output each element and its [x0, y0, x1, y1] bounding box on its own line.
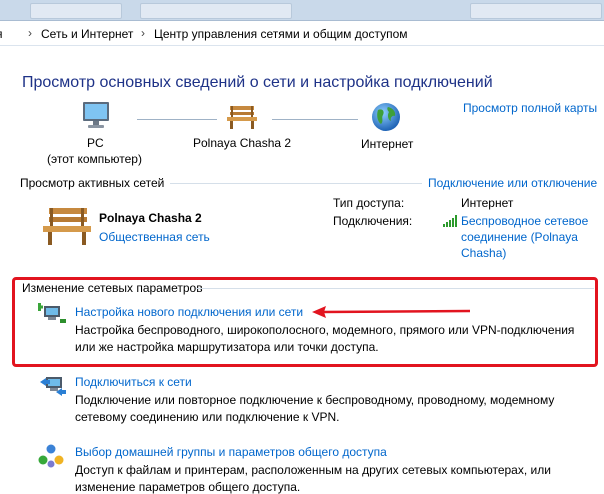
connect-to-network-desc-2: сетевому соединению или подключение к VP… [75, 410, 340, 424]
page-title: Просмотр основных сведений о сети и наст… [22, 74, 493, 91]
connection-link-line-1[interactable]: Беспроводное сетевое [461, 214, 588, 228]
active-network-name: Polnaya Chasha 2 [99, 211, 202, 225]
network-map-label: Polnaya Chasha 2 [193, 136, 292, 150]
pc-label: PC [87, 136, 104, 150]
new-connection-icon [36, 303, 66, 328]
connection-link-line-2[interactable]: соединение (Polnaya [461, 230, 578, 244]
homegroup-sharing-link[interactable]: Выбор домашней группы и параметров общег… [75, 445, 387, 459]
setup-new-connection-desc-1: Настройка беспроводного, широкополосного… [75, 323, 575, 337]
breadcrumb-separator-icon[interactable]: › [141, 26, 145, 40]
active-networks-label: Просмотр активных сетей [20, 176, 165, 190]
breadcrumb-item-network-center[interactable]: Центр управления сетями и общим доступом [154, 27, 408, 41]
section-divider [170, 183, 422, 184]
window-tab[interactable] [470, 3, 602, 19]
window-tab[interactable] [140, 3, 292, 19]
red-arrow-icon [312, 305, 472, 322]
breadcrumb: я › Сеть и Интернет › Центр управления с… [0, 21, 604, 46]
map-connector [137, 119, 217, 121]
full-map-link[interactable]: Просмотр полной карты [463, 101, 597, 115]
access-type-label: Тип доступа: [333, 196, 405, 210]
connect-disconnect-link[interactable]: Подключение или отключение [428, 176, 597, 190]
connections-label: Подключения: [333, 214, 413, 228]
network-type-link[interactable]: Общественная сеть [99, 230, 210, 244]
setup-new-connection-desc-2: или же настройка маршрутизатора или точк… [75, 340, 379, 354]
window-tab[interactable] [30, 3, 122, 19]
connect-to-network-link[interactable]: Подключиться к сети [75, 375, 192, 389]
access-type-value: Интернет [461, 196, 514, 210]
breadcrumb-item-network-internet[interactable]: Сеть и Интернет [41, 27, 133, 41]
homegroup-sharing-desc-2: изменение параметров общего доступа. [75, 480, 301, 494]
globe-icon [370, 101, 402, 136]
internet-map-label: Интернет [361, 137, 414, 151]
connect-network-icon [38, 374, 66, 399]
connection-link-line-3[interactable]: Chasha) [461, 246, 506, 260]
computer-icon [82, 101, 110, 134]
window-tab-strip [0, 0, 604, 21]
setup-new-connection-link[interactable]: Настройка нового подключения или сети [75, 305, 303, 319]
homegroup-icon [38, 443, 64, 472]
connect-to-network-desc-1: Подключение или повторное подключение к … [75, 393, 555, 407]
signal-bars-icon [443, 215, 457, 230]
bench-icon [40, 205, 94, 250]
map-connector [272, 119, 358, 121]
pc-sublabel: (этот компьютер) [47, 152, 142, 166]
breadcrumb-separator-icon[interactable]: › [28, 26, 32, 40]
homegroup-sharing-desc-1: Доступ к файлам и принтерам, расположенн… [75, 463, 551, 477]
breadcrumb-item-root[interactable]: я [0, 27, 3, 41]
bench-icon [225, 104, 259, 133]
